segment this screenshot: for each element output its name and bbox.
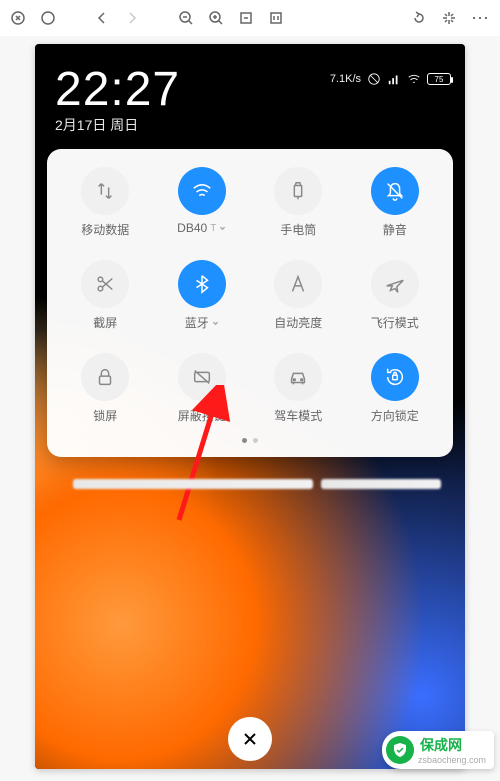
pager-dot-active — [242, 438, 247, 443]
tile-rotation-lock[interactable]: 方向锁定 — [347, 353, 444, 424]
auto-bright-icon[interactable] — [274, 260, 322, 308]
pager — [57, 438, 443, 443]
zoom-out-icon[interactable] — [178, 10, 194, 26]
blurred-text — [73, 479, 313, 489]
tile-label: 锁屏 — [93, 407, 117, 424]
forward-icon[interactable] — [124, 10, 140, 26]
wifi-icon[interactable] — [178, 167, 226, 215]
tile-label: 蓝牙 — [185, 314, 219, 331]
wifi-status-icon — [407, 72, 421, 86]
tile-bluetooth[interactable]: 蓝牙 — [154, 260, 251, 331]
drive-mode-icon[interactable] — [274, 353, 322, 401]
tile-mobile-data[interactable]: 移动数据 — [57, 167, 154, 238]
quick-settings-grid: 移动数据 DB40T 手电筒 静音截屏 蓝牙 自动亮度 飞行模式锁屏 屏蔽按键 驾车模式 方向锁定 — [57, 167, 443, 424]
watermark: 保成网 zsbaocheng.com — [382, 731, 494, 769]
tile-label: 截屏 — [93, 314, 117, 331]
lock-date: 2月17日 周日 — [55, 115, 445, 135]
watermark-brand: 保成网 — [420, 735, 486, 755]
lock-header: 22:27 2月17日 周日 7.1K/s 75 — [35, 44, 465, 141]
tile-flashlight[interactable]: 手电筒 — [250, 167, 347, 238]
shield-check-icon — [386, 736, 414, 764]
mobile-data-icon[interactable] — [81, 167, 129, 215]
rotation-lock-icon[interactable] — [371, 353, 419, 401]
bluetooth-icon[interactable] — [178, 260, 226, 308]
tile-screenshot[interactable]: 截屏 — [57, 260, 154, 331]
actual-size-icon[interactable] — [268, 10, 284, 26]
phone-stage: 22:27 2月17日 周日 7.1K/s 75 移动数据 DB40T 手电筒 静音截… — [35, 44, 465, 769]
battery-indicator: 75 — [427, 73, 451, 85]
mute-icon[interactable] — [371, 167, 419, 215]
quick-settings-panel: 移动数据 DB40T 手电筒 静音截屏 蓝牙 自动亮度 飞行模式锁屏 屏蔽按键 驾车模式 方向锁定 — [47, 149, 453, 457]
chevron-down-icon — [212, 316, 219, 330]
flashlight-icon[interactable] — [274, 167, 322, 215]
tile-label: 屏蔽按键 — [178, 407, 226, 424]
tile-airplane[interactable]: 飞行模式 — [347, 260, 444, 331]
tile-drive-mode[interactable]: 驾车模式 — [250, 353, 347, 424]
watermark-url: zsbaocheng.com — [418, 755, 486, 765]
airplane-icon[interactable] — [371, 260, 419, 308]
tile-label: 自动亮度 — [274, 314, 322, 331]
tile-wifi[interactable]: DB40T — [154, 167, 251, 238]
net-rate: 7.1K/s — [330, 73, 361, 85]
sparkle-icon[interactable] — [441, 10, 457, 26]
more-icon[interactable]: ⋯ — [471, 8, 490, 29]
pager-dot — [253, 438, 258, 443]
tile-mute[interactable]: 静音 — [347, 167, 444, 238]
rotate-icon[interactable] — [411, 10, 427, 26]
tile-label: DB40T — [177, 221, 226, 235]
lock-time: 22:27 — [55, 62, 445, 117]
fit-icon[interactable] — [238, 10, 254, 26]
viewer-toolbar: ⋯ — [0, 0, 500, 36]
close-circle-icon[interactable] — [10, 10, 26, 26]
tile-label: 方向锁定 — [371, 407, 419, 424]
chevron-down-icon — [219, 221, 226, 235]
tile-label: 飞行模式 — [371, 314, 419, 331]
tile-auto-bright[interactable]: 自动亮度 — [250, 260, 347, 331]
tile-label: 驾车模式 — [274, 407, 322, 424]
signal-icon — [387, 72, 401, 86]
block-keys-icon[interactable] — [178, 353, 226, 401]
back-icon[interactable] — [94, 10, 110, 26]
close-button[interactable] — [228, 717, 272, 761]
lock-icon[interactable] — [81, 353, 129, 401]
status-bar: 7.1K/s 75 — [330, 72, 451, 86]
zoom-in-icon[interactable] — [208, 10, 224, 26]
blurred-text — [321, 479, 441, 489]
tile-lock[interactable]: 锁屏 — [57, 353, 154, 424]
tile-label: 移动数据 — [81, 221, 129, 238]
nosim-icon — [367, 72, 381, 86]
tile-label: 手电筒 — [280, 221, 316, 238]
info-circle-icon[interactable] — [40, 10, 56, 26]
tile-label: 静音 — [383, 221, 407, 238]
screenshot-icon[interactable] — [81, 260, 129, 308]
tile-block-keys[interactable]: 屏蔽按键 — [154, 353, 251, 424]
